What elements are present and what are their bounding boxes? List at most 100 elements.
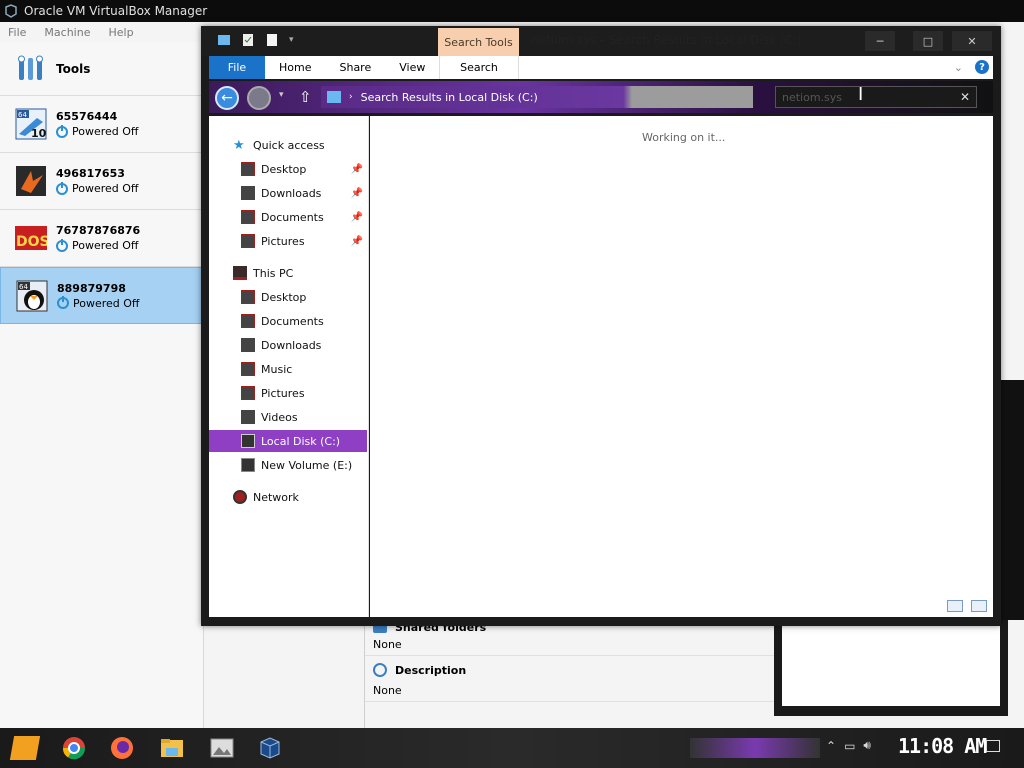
- maximize-icon: □: [922, 34, 934, 48]
- chevron-down-icon[interactable]: ▾: [289, 35, 294, 45]
- nav-item[interactable]: Music: [209, 358, 367, 380]
- pin-icon[interactable]: 📌: [351, 236, 363, 247]
- vm-item[interactable]: 496817653 Powered Off: [0, 153, 203, 210]
- nav-item[interactable]: Videos: [209, 406, 367, 428]
- window-edge: [1000, 380, 1024, 620]
- nav-item[interactable]: Documents: [209, 310, 367, 332]
- vm-item[interactable]: 64 10 65576444 Powered Off: [0, 96, 203, 153]
- file-explorer-taskbar-icon[interactable]: [160, 736, 184, 760]
- vm-item-selected[interactable]: 64 889879798 Powered Off: [0, 267, 203, 324]
- pin-icon[interactable]: 📌: [351, 212, 363, 223]
- taskbar: ⌃ ▭ 🔊︎ 11:08 AM: [0, 728, 1024, 768]
- back-arrow-icon: ←: [221, 90, 233, 106]
- tab-share[interactable]: Share: [325, 61, 385, 74]
- start-button[interactable]: [9, 736, 41, 760]
- vm-details-pane: Shared folders None Description None: [364, 620, 774, 728]
- details-view-icon[interactable]: [947, 600, 963, 612]
- help-icon[interactable]: ?: [975, 60, 989, 74]
- explorer-titlebar: ▾ Search Tools netiom.sys - Search Resul…: [201, 26, 1001, 56]
- virtualbox-taskbar-icon[interactable]: [258, 736, 282, 760]
- breadcrumb-separator-icon: ›: [349, 92, 353, 102]
- firefox-icon[interactable]: [110, 736, 134, 760]
- drive-icon: [241, 458, 255, 472]
- nav-item[interactable]: Desktop 📌: [209, 158, 367, 180]
- clear-search-icon[interactable]: ✕: [960, 90, 970, 104]
- image-viewer-icon[interactable]: [210, 736, 234, 760]
- menu-help[interactable]: Help: [108, 26, 133, 39]
- nav-this-pc[interactable]: This PC: [209, 262, 367, 284]
- file-list-pane[interactable]: Working on it...: [370, 116, 993, 617]
- tab-search[interactable]: Search: [439, 56, 519, 79]
- nav-item[interactable]: Pictures: [209, 382, 367, 404]
- vm-state: Powered Off: [72, 125, 139, 138]
- powered-off-icon: [57, 296, 69, 309]
- text-cursor-icon: I: [858, 84, 864, 105]
- vm-state: Powered Off: [72, 239, 139, 252]
- vbm-titlebar: Oracle VM VirtualBox Manager: [0, 0, 1024, 22]
- maximize-button[interactable]: □: [913, 31, 943, 51]
- nav-network[interactable]: Network: [209, 486, 367, 508]
- vm-name: 889879798: [57, 281, 126, 295]
- pictures-icon: [241, 234, 255, 248]
- up-button[interactable]: ⇧: [299, 88, 312, 106]
- new-folder-icon[interactable]: [265, 33, 279, 47]
- vbm-title-text: Oracle VM VirtualBox Manager: [24, 4, 208, 18]
- description-heading[interactable]: Description: [395, 664, 466, 677]
- pin-icon[interactable]: 📌: [351, 164, 363, 175]
- properties-icon[interactable]: [241, 33, 255, 47]
- desktop-icon: [241, 290, 255, 304]
- tab-home[interactable]: Home: [265, 61, 325, 74]
- tab-file[interactable]: File: [209, 56, 265, 79]
- svg-text:10: 10: [31, 127, 47, 140]
- powered-off-icon: [56, 124, 68, 138]
- ribbon-tabs: File Home Share View Search ⌄ ?: [209, 56, 993, 79]
- downloads-icon: [241, 186, 255, 200]
- virtualbox-icon: [5, 4, 17, 18]
- clock[interactable]: 11:08 AM: [898, 734, 987, 758]
- show-hidden-icons-icon[interactable]: ⌃: [826, 739, 836, 753]
- nav-item[interactable]: Downloads 📌: [209, 182, 367, 204]
- chrome-icon[interactable]: [62, 736, 86, 760]
- system-tray: ⌃ ▭ 🔊︎: [826, 738, 871, 753]
- vm-item[interactable]: DOS 76787876876 Powered Off: [0, 210, 203, 267]
- tab-view[interactable]: View: [385, 61, 439, 74]
- documents-icon: [241, 210, 255, 224]
- recent-locations-icon[interactable]: ▾: [279, 90, 284, 100]
- address-field[interactable]: › Search Results in Local Disk (C:): [321, 86, 753, 108]
- nav-item-selected[interactable]: Local Disk (C:): [209, 430, 367, 452]
- svg-text:64: 64: [19, 283, 28, 291]
- nav-item[interactable]: Documents 📌: [209, 206, 367, 228]
- address-bar-row: ← ▾ ⇧ › Search Results in Local Disk (C:…: [209, 81, 993, 113]
- nav-quick-access[interactable]: ★ Quick access: [209, 134, 367, 156]
- svg-text:DOS: DOS: [16, 234, 47, 250]
- nav-item[interactable]: Desktop: [209, 286, 367, 308]
- tools-item[interactable]: Tools: [0, 42, 203, 96]
- nav-item[interactable]: Downloads: [209, 334, 367, 356]
- status-message: Working on it...: [642, 131, 726, 144]
- network-tray-icon[interactable]: ▭: [844, 739, 855, 753]
- downloads-icon: [241, 338, 255, 352]
- tab-search-tools[interactable]: Search Tools: [438, 28, 519, 56]
- tools-label: Tools: [56, 61, 91, 76]
- expand-ribbon-icon[interactable]: ⌄: [954, 61, 963, 74]
- vm-list-sidebar: Tools 64 10 65576444 Powered Off 4968176…: [0, 42, 204, 728]
- taskbar-decoration: [690, 738, 820, 758]
- notification-center-icon[interactable]: [986, 740, 1000, 752]
- desktop-icon: [241, 162, 255, 176]
- pin-icon[interactable]: 📌: [351, 188, 363, 199]
- menu-file[interactable]: File: [8, 26, 26, 39]
- nav-item[interactable]: New Volume (E:): [209, 454, 367, 476]
- volume-icon[interactable]: 🔊︎: [863, 738, 871, 753]
- search-input[interactable]: netiom.sys ✕: [775, 86, 977, 108]
- large-icons-view-icon[interactable]: [971, 600, 987, 612]
- drive-icon: [241, 434, 255, 448]
- back-button[interactable]: ←: [215, 86, 239, 110]
- search-results-icon: [327, 91, 341, 103]
- windows10-vm-icon: 64 10: [15, 108, 47, 140]
- minimize-button[interactable]: ─: [865, 31, 895, 51]
- close-button[interactable]: ✕: [952, 31, 992, 51]
- menu-machine[interactable]: Machine: [44, 26, 90, 39]
- vm-preview: [774, 620, 1008, 716]
- forward-button[interactable]: [247, 86, 271, 110]
- nav-item[interactable]: Pictures 📌: [209, 230, 367, 252]
